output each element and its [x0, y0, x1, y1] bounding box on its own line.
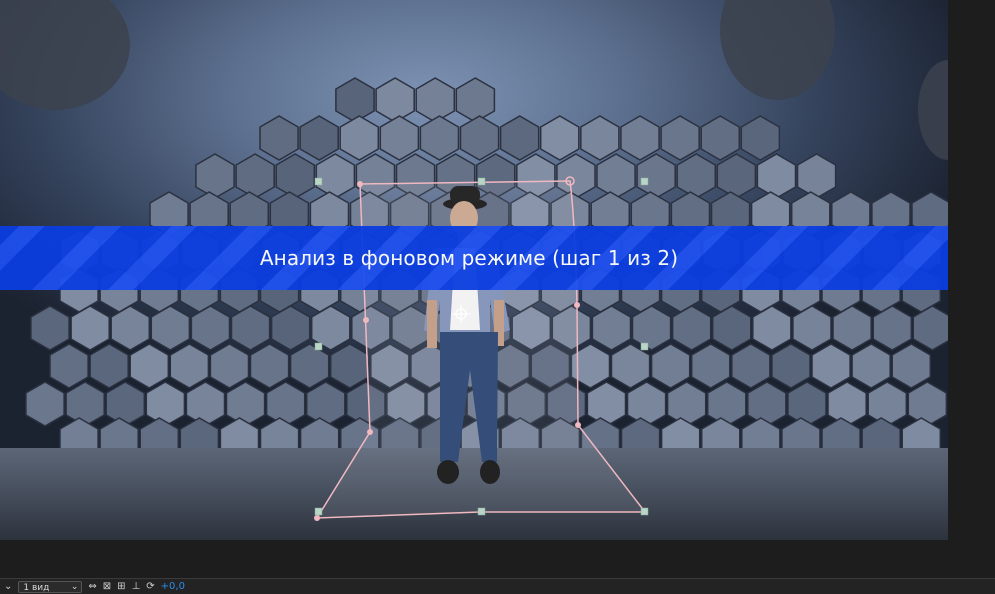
mask-vertex [574, 302, 580, 308]
transform-handle [314, 177, 323, 186]
transform-handle [477, 177, 486, 186]
mask-vertex [357, 181, 363, 187]
exposure-value[interactable]: +0,0 [161, 581, 185, 592]
channels-icon[interactable]: ⊞ [117, 581, 125, 592]
view-layout-value: 1 вид [23, 582, 50, 593]
analysis-banner: Анализ в фоновом режиме (шаг 1 из 2) [0, 226, 948, 290]
viewer-bottom-margin [0, 540, 948, 578]
reset-exposure-icon[interactable]: ⟳ [146, 581, 154, 592]
fit-icon[interactable]: ⇔ [88, 581, 96, 592]
transform-handle [640, 507, 649, 516]
panel-gutter [948, 0, 995, 578]
mask-vertex [314, 515, 320, 521]
view-layout-select[interactable]: 1 вид ⌄ [18, 580, 83, 593]
composition-viewer[interactable]: Анализ в фоновом режиме (шаг 1 из 2) [0, 0, 948, 540]
snapshot-icon[interactable]: ⊠ [103, 581, 111, 592]
mask-vertex [367, 429, 373, 435]
transform-handle [314, 507, 323, 516]
transform-handle [314, 342, 323, 351]
transform-handle [477, 507, 486, 516]
transform-handle [640, 177, 649, 186]
mask-vertex [363, 317, 369, 323]
mask-vertex [575, 422, 581, 428]
chevron-down-icon: ⌄ [70, 581, 79, 592]
analysis-status-text: Анализ в фоновом режиме (шаг 1 из 2) [259, 246, 679, 270]
viewer-toolbar: ⌄ 1 вид ⌄ ⇔ ⊠ ⊞ ⊥ ⟳ +0,0 [0, 578, 995, 594]
chevron-down-icon[interactable]: ⌄ [4, 581, 12, 592]
grid-icon[interactable]: ⊥ [132, 581, 141, 592]
transform-handle [640, 342, 649, 351]
